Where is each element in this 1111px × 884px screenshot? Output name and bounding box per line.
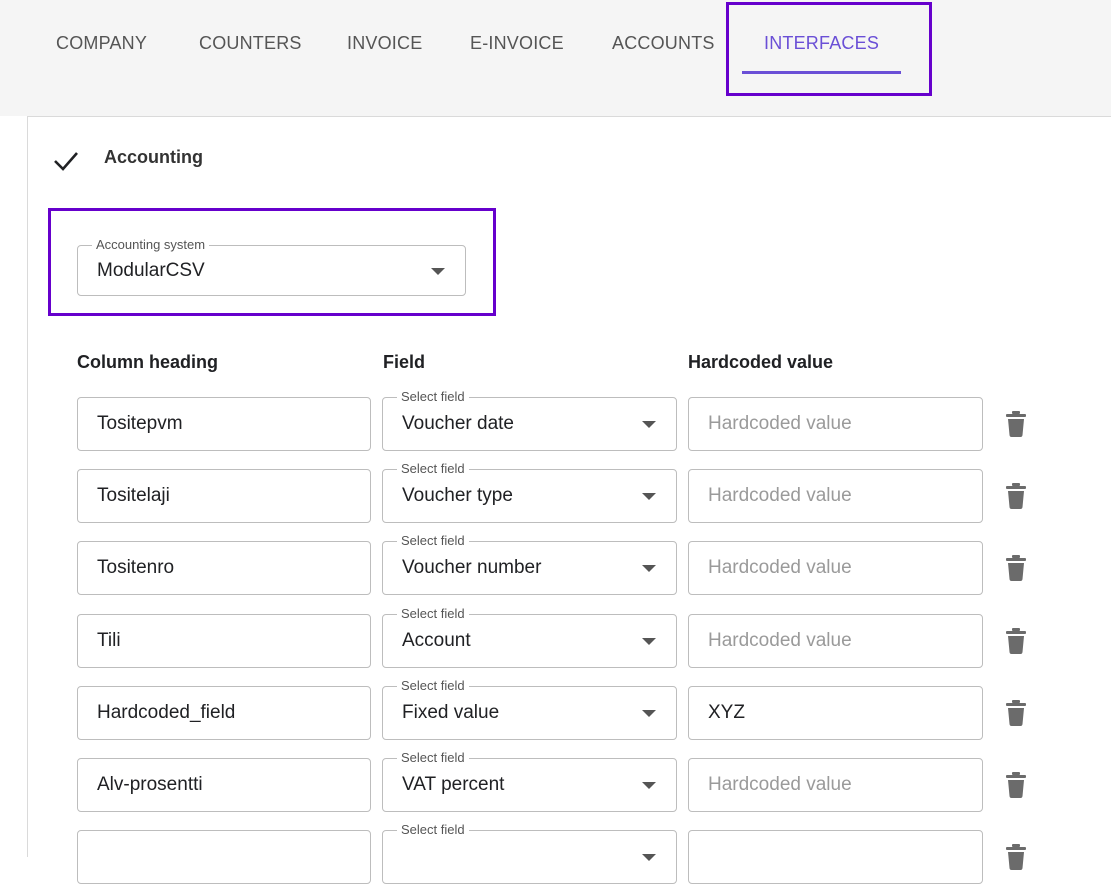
field-select[interactable]: Select field Fixed value xyxy=(382,678,677,740)
trash-icon[interactable] xyxy=(1006,628,1026,654)
column-heading-input[interactable]: Tositenro xyxy=(77,541,371,595)
chevron-down-icon xyxy=(642,421,656,428)
column-heading-value: Tili xyxy=(97,630,121,651)
field-select[interactable]: Select field VAT percent xyxy=(382,750,677,812)
section-title: Accounting xyxy=(104,147,203,167)
tab-e-invoice[interactable]: E-INVOICE xyxy=(470,31,564,55)
hardcoded-value-input[interactable]: XYZ xyxy=(688,686,983,740)
column-heading-value: Hardcoded_field xyxy=(97,702,236,723)
column-heading-input[interactable]: Tili xyxy=(77,614,371,668)
column-heading-input[interactable]: Hardcoded_field xyxy=(77,686,371,740)
tab-accounts[interactable]: ACCOUNTS xyxy=(612,31,715,55)
trash-icon[interactable] xyxy=(1006,411,1026,437)
chevron-down-icon xyxy=(642,493,656,500)
tab-company[interactable]: COMPANY xyxy=(56,31,147,55)
chevron-down-icon xyxy=(642,565,656,572)
column-heading-input[interactable]: Tositepvm xyxy=(77,397,371,451)
check-icon xyxy=(54,152,78,171)
column-heading-input[interactable]: Tositelaji xyxy=(77,469,371,523)
trash-icon[interactable] xyxy=(1006,844,1026,870)
hardcoded-value: XYZ xyxy=(708,702,745,723)
column-heading-value: Alv-prosentti xyxy=(97,774,203,795)
tab-counters[interactable]: COUNTERS xyxy=(199,31,302,55)
field-select-value: Voucher type xyxy=(402,485,513,506)
hardcoded-value-input[interactable]: Hardcoded value xyxy=(688,758,983,812)
hardcoded-value-input[interactable] xyxy=(688,830,983,884)
column-heading-value: Tositenro xyxy=(97,557,175,578)
field-select[interactable]: Select field xyxy=(382,822,677,884)
trash-icon[interactable] xyxy=(1006,483,1026,509)
hardcoded-value-placeholder: Hardcoded value xyxy=(708,485,852,506)
chevron-down-icon xyxy=(642,638,656,645)
highlight-box-interfaces-tab xyxy=(726,2,932,96)
column-heading-input[interactable] xyxy=(77,830,371,884)
hardcoded-value-header: Hardcoded value xyxy=(688,352,834,372)
hardcoded-value-input[interactable]: Hardcoded value xyxy=(688,541,983,595)
field-select[interactable]: Select field Voucher date xyxy=(382,389,677,451)
trash-icon[interactable] xyxy=(1006,700,1026,726)
tab-invoice[interactable]: INVOICE xyxy=(347,31,422,55)
field-select-value: Account xyxy=(402,630,471,651)
column-heading-value: Tositelaji xyxy=(97,485,170,506)
chevron-down-icon xyxy=(642,854,656,861)
column-heading-input[interactable]: Alv-prosentti xyxy=(77,758,371,812)
field-select-label: Select field xyxy=(397,822,469,838)
field-select[interactable]: Select field Voucher type xyxy=(382,461,677,523)
column-heading-header: Column heading xyxy=(77,352,218,372)
field-header: Field xyxy=(383,352,426,372)
chevron-down-icon xyxy=(642,782,656,789)
hardcoded-value-placeholder: Hardcoded value xyxy=(708,774,852,795)
trash-icon[interactable] xyxy=(1006,555,1026,581)
field-select[interactable]: Select field Voucher number xyxy=(382,533,677,595)
hardcoded-value-input[interactable]: Hardcoded value xyxy=(688,397,983,451)
hardcoded-value-placeholder: Hardcoded value xyxy=(708,557,852,578)
field-select[interactable]: Select field Account xyxy=(382,606,677,668)
field-select-value: VAT percent xyxy=(402,774,505,795)
hardcoded-value-input[interactable]: Hardcoded value xyxy=(688,614,983,668)
field-select-value: Voucher number xyxy=(402,557,542,578)
field-select-value: Voucher date xyxy=(402,413,514,434)
tab-bar: COMPANY COUNTERS INVOICE E-INVOICE ACCOU… xyxy=(0,0,1111,116)
hardcoded-value-placeholder: Hardcoded value xyxy=(708,413,852,434)
highlight-box-accounting-system xyxy=(48,208,496,316)
chevron-down-icon xyxy=(642,710,656,717)
field-select-value: Fixed value xyxy=(402,702,500,723)
hardcoded-value-placeholder: Hardcoded value xyxy=(708,630,852,651)
trash-icon[interactable] xyxy=(1006,772,1026,798)
hardcoded-value-input[interactable]: Hardcoded value xyxy=(688,469,983,523)
column-heading-value: Tositepvm xyxy=(97,413,183,434)
